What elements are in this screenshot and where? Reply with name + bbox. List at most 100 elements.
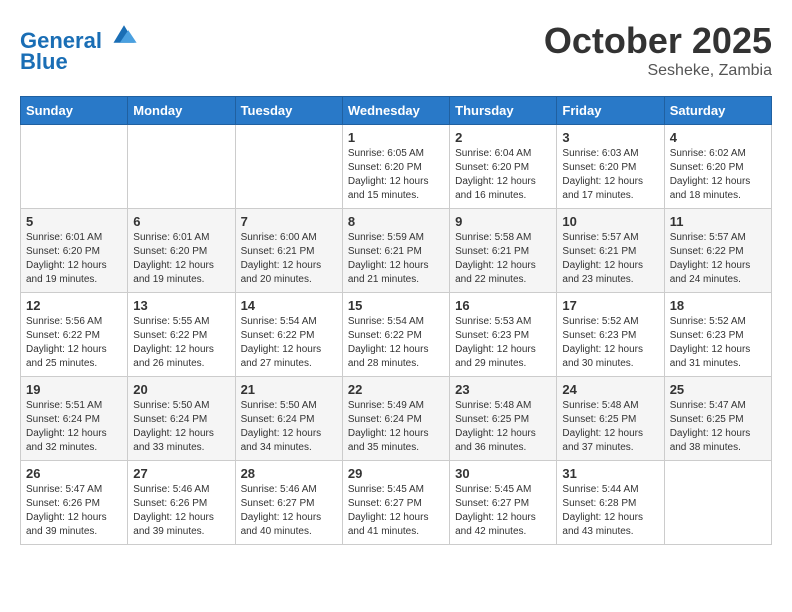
calendar-cell: 15Sunrise: 5:54 AM Sunset: 6:22 PM Dayli… bbox=[342, 293, 449, 377]
calendar-cell: 6 Sunrise: 6:01 AM Sunset: 6:20 PM Daylig… bbox=[128, 209, 235, 293]
day-number: 17 bbox=[562, 298, 658, 313]
calendar-cell: 12 Sunrise: 5:56 AM Sunset: 6:22 PM Dayli… bbox=[21, 293, 128, 377]
day-number: 28 bbox=[241, 466, 337, 481]
day-info: Sunrise: 6:02 AM Sunset: 6:20 PM Dayligh… bbox=[670, 147, 766, 203]
day-info: Sunrise: 6:05 AM Sunset: 6:20 PM Dayligh… bbox=[348, 147, 444, 203]
day-number: 9 bbox=[455, 214, 551, 229]
calendar-week-row: 26 Sunrise: 5:47 AM Sunset: 6:26 PM Dayli… bbox=[21, 461, 772, 545]
day-number: 7 bbox=[241, 214, 337, 229]
weekday-header: Tuesday bbox=[235, 97, 342, 125]
calendar-week-row: 19 Sunrise: 5:51 AM Sunset: 6:24 PM Dayli… bbox=[21, 377, 772, 461]
day-number: 26 bbox=[26, 466, 122, 481]
day-info: Sunrise: 6:01 AM Sunset: 6:20 PM Dayligh… bbox=[133, 231, 229, 287]
page-header: General Blue October 2025 Sesheke, Zambi… bbox=[20, 20, 772, 80]
day-info: Sunrise: 5:48 AM Sunset: 6:25 PM Dayligh… bbox=[455, 399, 551, 455]
day-info: Sunrise: 5:50 AM Sunset: 6:24 PM Dayligh… bbox=[133, 399, 229, 455]
calendar-cell: 26 Sunrise: 5:47 AM Sunset: 6:26 PM Dayli… bbox=[21, 461, 128, 545]
day-info: Sunrise: 5:59 AM Sunset: 6:21 PM Dayligh… bbox=[348, 231, 444, 287]
day-number: 5 bbox=[26, 214, 122, 229]
title-block: October 2025 Sesheke, Zambia bbox=[544, 20, 772, 80]
calendar-cell: 7Sunrise: 6:00 AM Sunset: 6:21 PM Daylig… bbox=[235, 209, 342, 293]
day-number: 25 bbox=[670, 382, 766, 397]
calendar-cell: 27 Sunrise: 5:46 AM Sunset: 6:26 PM Dayli… bbox=[128, 461, 235, 545]
calendar-cell: 1 Sunrise: 6:05 AM Sunset: 6:20 PM Daylig… bbox=[342, 125, 449, 209]
calendar-cell bbox=[235, 125, 342, 209]
calendar-table: SundayMondayTuesdayWednesdayThursdayFrid… bbox=[20, 96, 772, 545]
logo-icon bbox=[110, 20, 138, 48]
calendar-cell: 23 Sunrise: 5:48 AM Sunset: 6:25 PM Dayli… bbox=[450, 377, 557, 461]
day-number: 4 bbox=[670, 130, 766, 145]
day-number: 2 bbox=[455, 130, 551, 145]
day-number: 3 bbox=[562, 130, 658, 145]
calendar-cell: 16Sunrise: 5:53 AM Sunset: 6:23 PM Dayli… bbox=[450, 293, 557, 377]
calendar-cell: 3 Sunrise: 6:03 AM Sunset: 6:20 PM Daylig… bbox=[557, 125, 664, 209]
day-number: 18 bbox=[670, 298, 766, 313]
day-number: 11 bbox=[670, 214, 766, 229]
calendar-cell: 14 Sunrise: 5:54 AM Sunset: 6:22 PM Dayli… bbox=[235, 293, 342, 377]
day-info: Sunrise: 5:49 AM Sunset: 6:24 PM Dayligh… bbox=[348, 399, 444, 455]
day-number: 12 bbox=[26, 298, 122, 313]
day-info: Sunrise: 6:04 AM Sunset: 6:20 PM Dayligh… bbox=[455, 147, 551, 203]
calendar-week-row: 12 Sunrise: 5:56 AM Sunset: 6:22 PM Dayli… bbox=[21, 293, 772, 377]
day-number: 14 bbox=[241, 298, 337, 313]
day-number: 6 bbox=[133, 214, 229, 229]
calendar-cell bbox=[664, 461, 771, 545]
day-info: Sunrise: 5:55 AM Sunset: 6:22 PM Dayligh… bbox=[133, 315, 229, 371]
day-info: Sunrise: 5:58 AM Sunset: 6:21 PM Dayligh… bbox=[455, 231, 551, 287]
day-info: Sunrise: 6:03 AM Sunset: 6:20 PM Dayligh… bbox=[562, 147, 658, 203]
day-number: 31 bbox=[562, 466, 658, 481]
calendar-cell: 18 Sunrise: 5:52 AM Sunset: 6:23 PM Dayli… bbox=[664, 293, 771, 377]
day-info: Sunrise: 5:52 AM Sunset: 6:23 PM Dayligh… bbox=[562, 315, 658, 371]
weekday-header: Sunday bbox=[21, 97, 128, 125]
day-info: Sunrise: 5:54 AM Sunset: 6:22 PM Dayligh… bbox=[241, 315, 337, 371]
calendar-cell: 21 Sunrise: 5:50 AM Sunset: 6:24 PM Dayli… bbox=[235, 377, 342, 461]
day-info: Sunrise: 5:44 AM Sunset: 6:28 PM Dayligh… bbox=[562, 483, 658, 539]
calendar-cell: 13 Sunrise: 5:55 AM Sunset: 6:22 PM Dayli… bbox=[128, 293, 235, 377]
weekday-header: Thursday bbox=[450, 97, 557, 125]
day-info: Sunrise: 5:52 AM Sunset: 6:23 PM Dayligh… bbox=[670, 315, 766, 371]
day-number: 1 bbox=[348, 130, 444, 145]
calendar-cell bbox=[128, 125, 235, 209]
weekday-header-row: SundayMondayTuesdayWednesdayThursdayFrid… bbox=[21, 97, 772, 125]
calendar-week-row: 5 Sunrise: 6:01 AM Sunset: 6:20 PM Daylig… bbox=[21, 209, 772, 293]
location-subtitle: Sesheke, Zambia bbox=[544, 62, 772, 80]
day-info: Sunrise: 5:48 AM Sunset: 6:25 PM Dayligh… bbox=[562, 399, 658, 455]
day-number: 20 bbox=[133, 382, 229, 397]
day-info: Sunrise: 5:47 AM Sunset: 6:26 PM Dayligh… bbox=[26, 483, 122, 539]
weekday-header: Friday bbox=[557, 97, 664, 125]
day-info: Sunrise: 5:56 AM Sunset: 6:22 PM Dayligh… bbox=[26, 315, 122, 371]
day-info: Sunrise: 5:51 AM Sunset: 6:24 PM Dayligh… bbox=[26, 399, 122, 455]
day-number: 23 bbox=[455, 382, 551, 397]
day-info: Sunrise: 5:46 AM Sunset: 6:26 PM Dayligh… bbox=[133, 483, 229, 539]
calendar-cell: 24 Sunrise: 5:48 AM Sunset: 6:25 PM Dayli… bbox=[557, 377, 664, 461]
day-number: 29 bbox=[348, 466, 444, 481]
day-info: Sunrise: 5:57 AM Sunset: 6:22 PM Dayligh… bbox=[670, 231, 766, 287]
calendar-cell: 28Sunrise: 5:46 AM Sunset: 6:27 PM Dayli… bbox=[235, 461, 342, 545]
logo: General Blue bbox=[20, 20, 138, 75]
day-number: 13 bbox=[133, 298, 229, 313]
day-number: 21 bbox=[241, 382, 337, 397]
day-info: Sunrise: 5:50 AM Sunset: 6:24 PM Dayligh… bbox=[241, 399, 337, 455]
weekday-header: Saturday bbox=[664, 97, 771, 125]
day-number: 27 bbox=[133, 466, 229, 481]
calendar-cell: 5Sunrise: 6:01 AM Sunset: 6:20 PM Daylig… bbox=[21, 209, 128, 293]
calendar-cell: 9 Sunrise: 5:58 AM Sunset: 6:21 PM Daylig… bbox=[450, 209, 557, 293]
weekday-header: Monday bbox=[128, 97, 235, 125]
day-number: 19 bbox=[26, 382, 122, 397]
calendar-cell: 22Sunrise: 5:49 AM Sunset: 6:24 PM Dayli… bbox=[342, 377, 449, 461]
day-number: 24 bbox=[562, 382, 658, 397]
day-info: Sunrise: 5:47 AM Sunset: 6:25 PM Dayligh… bbox=[670, 399, 766, 455]
calendar-cell: 11 Sunrise: 5:57 AM Sunset: 6:22 PM Dayli… bbox=[664, 209, 771, 293]
calendar-cell: 4 Sunrise: 6:02 AM Sunset: 6:20 PM Daylig… bbox=[664, 125, 771, 209]
calendar-cell: 29 Sunrise: 5:45 AM Sunset: 6:27 PM Dayli… bbox=[342, 461, 449, 545]
day-info: Sunrise: 5:45 AM Sunset: 6:27 PM Dayligh… bbox=[455, 483, 551, 539]
calendar-cell bbox=[21, 125, 128, 209]
day-number: 8 bbox=[348, 214, 444, 229]
calendar-cell: 20 Sunrise: 5:50 AM Sunset: 6:24 PM Dayli… bbox=[128, 377, 235, 461]
calendar-cell: 2 Sunrise: 6:04 AM Sunset: 6:20 PM Daylig… bbox=[450, 125, 557, 209]
day-number: 16 bbox=[455, 298, 551, 313]
day-info: Sunrise: 5:45 AM Sunset: 6:27 PM Dayligh… bbox=[348, 483, 444, 539]
day-info: Sunrise: 5:54 AM Sunset: 6:22 PM Dayligh… bbox=[348, 315, 444, 371]
calendar-week-row: 1 Sunrise: 6:05 AM Sunset: 6:20 PM Daylig… bbox=[21, 125, 772, 209]
day-number: 10 bbox=[562, 214, 658, 229]
